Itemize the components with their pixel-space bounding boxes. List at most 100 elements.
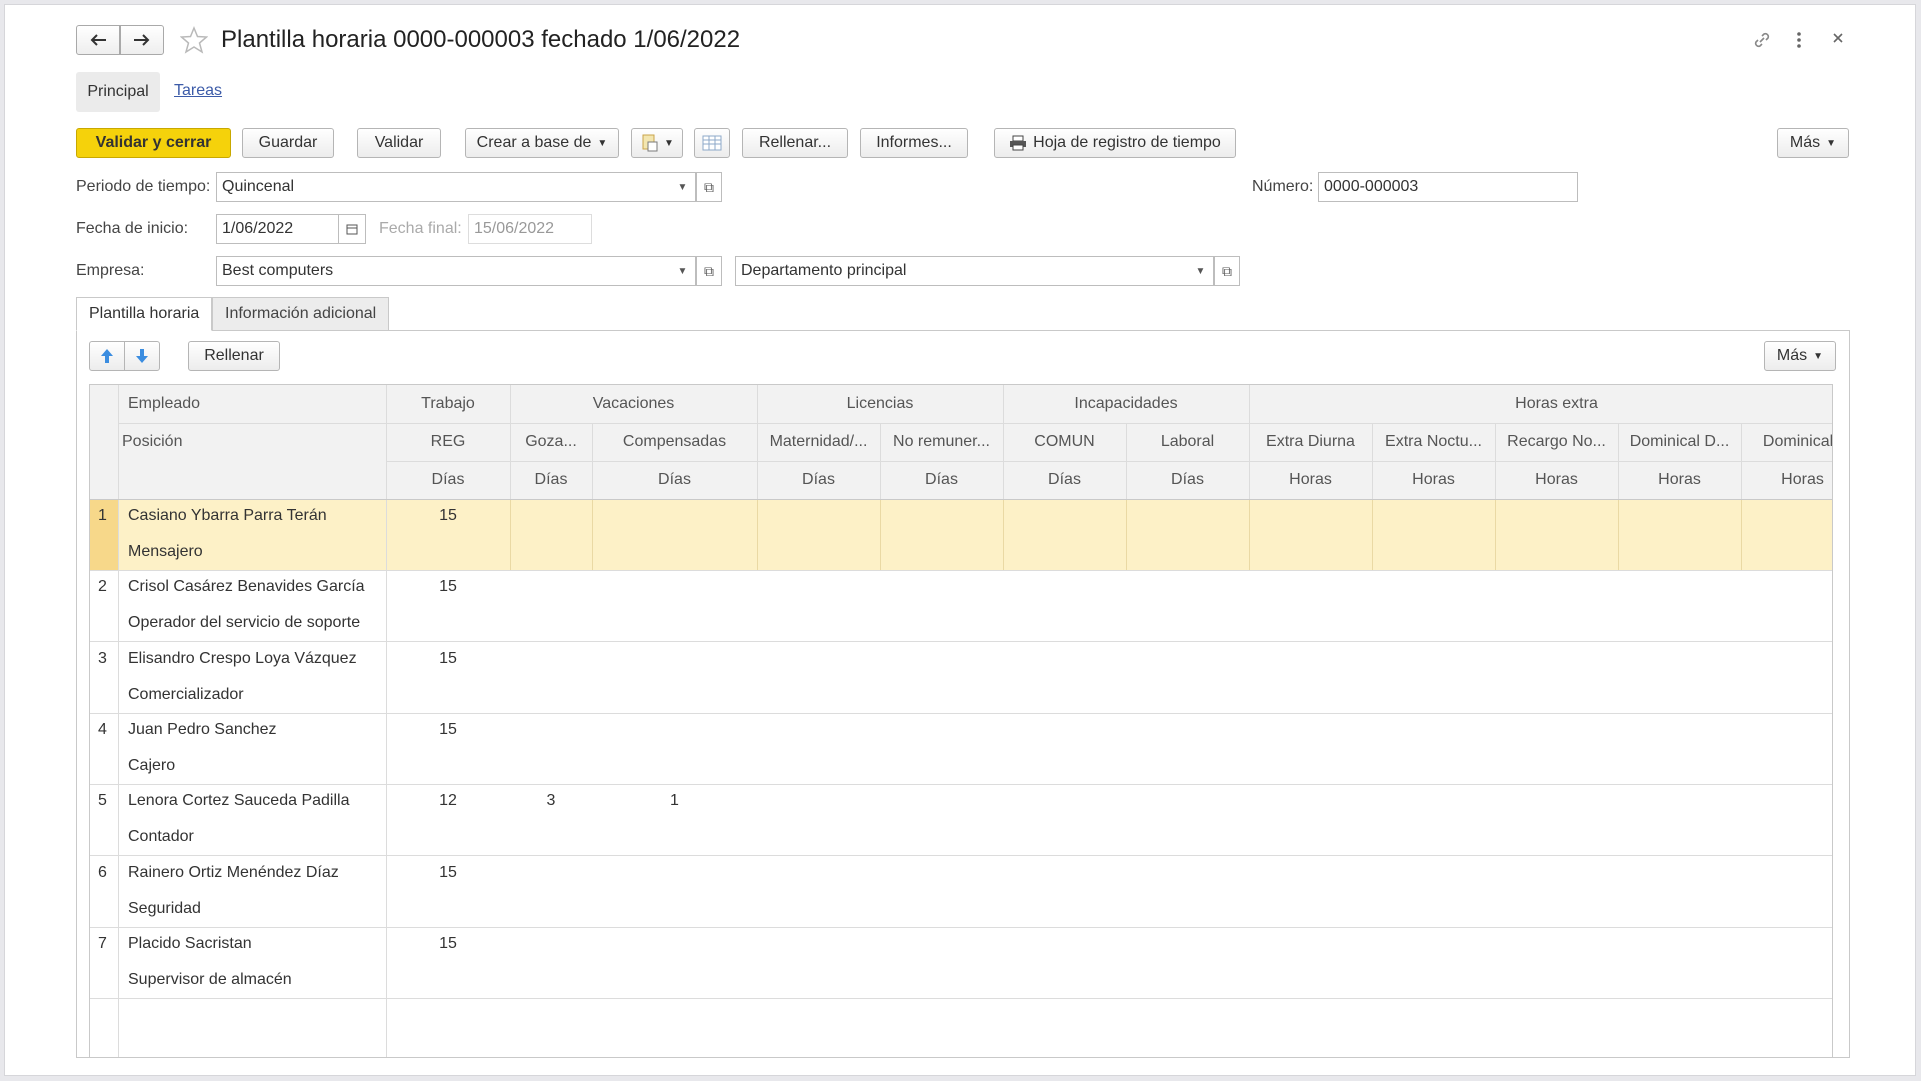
compensated-days: 1: [670, 792, 679, 810]
chevron-down-icon: ▼: [1826, 137, 1837, 149]
row-number: 1: [98, 507, 107, 524]
reg-days: 15: [439, 578, 457, 596]
column-header: No remuner...: [893, 433, 990, 450]
table-row[interactable]: 4 Juan Pedro Sanchez Cajero 15: [90, 713, 1832, 785]
column-header: COMUN: [1034, 433, 1095, 450]
tab-informacion-adicional[interactable]: Información adicional: [212, 297, 390, 331]
department-field[interactable]: Departamento principal: [735, 256, 1190, 286]
employee-position: Mensajero: [128, 543, 203, 560]
number-label: Número:: [1252, 178, 1314, 195]
column-unit-header: Días: [534, 471, 568, 488]
table-row[interactable]: 5 Lenora Cortez Sauceda Padilla Contador 12…: [90, 784, 1832, 857]
column-unit-header: Días: [1048, 471, 1081, 488]
forward-button[interactable]: [120, 25, 164, 55]
back-button[interactable]: [76, 25, 120, 55]
arrow-right-icon: [134, 34, 150, 46]
column-unit-header: Días: [658, 471, 691, 488]
employee-name: Casiano Ybarra Parra Terán: [128, 507, 327, 524]
column-header: Maternidad/...: [769, 433, 868, 450]
number-field[interactable]: 0000-000003: [1318, 172, 1578, 202]
more-button[interactable]: Más ▼: [1777, 128, 1849, 158]
create-based-on-label: Crear a base de: [476, 134, 592, 151]
employee-position: Comercializador: [128, 685, 244, 703]
column-header: Dominical D...: [1629, 433, 1730, 450]
timesheet-table: Empleado Trabajo Vacaciones Licencias Incapa…: [89, 384, 1833, 1058]
table-fill-button[interactable]: Rellenar: [188, 341, 280, 371]
employee-name: Crisol Casárez Benavides García: [128, 578, 365, 596]
arrow-down-icon: [136, 349, 148, 363]
document-attach-icon: [642, 134, 658, 152]
table-row[interactable]: 2 Crisol Casárez Benavides García Operador…: [90, 570, 1832, 643]
table-more-button[interactable]: Más ▼: [1764, 341, 1836, 371]
move-down-button[interactable]: [124, 341, 160, 371]
period-dropdown-button[interactable]: ▼: [670, 172, 696, 202]
column-unit-header: Días: [925, 471, 958, 488]
arrow-up-icon: [101, 349, 113, 363]
calendar-button[interactable]: [338, 214, 366, 244]
reg-days: 15: [439, 507, 457, 524]
table-row[interactable]: 6 Rainero Ortiz Menéndez Díaz Seguridad 15: [90, 856, 1832, 928]
period-open-button[interactable]: ⧉: [696, 172, 722, 202]
page-title: Plantilla horaria 0000-000003 fechado 1/…: [221, 26, 741, 53]
column-group-header: Empleado: [128, 395, 201, 412]
row-number: 4: [98, 720, 107, 738]
column-unit-header: Horas: [1412, 471, 1455, 488]
column-header: Extra Diurna: [1266, 433, 1355, 450]
more-vertical-icon[interactable]: [1795, 28, 1803, 50]
save-button[interactable]: Guardar: [242, 128, 334, 158]
company-dropdown-button[interactable]: ▼: [670, 256, 696, 286]
table-row[interactable]: 1 Casiano Ybarra Parra Terán Mensajero 15: [90, 499, 1832, 571]
validate-button[interactable]: Validar: [357, 128, 441, 158]
employee-position: Contador: [128, 828, 194, 846]
print-menu-button[interactable]: ▼: [631, 128, 683, 158]
tab-principal[interactable]: Principal: [76, 72, 160, 112]
start-date-field[interactable]: 1/06/2022: [216, 214, 340, 244]
column-header: REG: [430, 433, 466, 450]
tab-plantilla-horaria[interactable]: Plantilla horaria: [76, 297, 213, 331]
employee-name: Juan Pedro Sanchez: [128, 720, 277, 738]
employee-position: Operador del servicio de soporte: [128, 614, 361, 632]
column-header: Extra Noctu...: [1385, 433, 1482, 450]
company-open-button[interactable]: ⧉: [696, 256, 722, 286]
department-dropdown-button[interactable]: ▼: [1188, 256, 1214, 286]
period-field[interactable]: Quincenal: [216, 172, 672, 202]
column-unit-header: Horas: [1658, 471, 1701, 488]
create-based-on-button[interactable]: Crear a base de ▼: [465, 128, 619, 158]
row-separator: [90, 997, 1832, 999]
column-header: Posición: [122, 433, 183, 450]
end-date-field: 15/06/2022: [468, 214, 592, 244]
company-field[interactable]: Best computers: [216, 256, 672, 286]
move-up-button[interactable]: [89, 341, 125, 371]
validate-close-button[interactable]: Validar y cerrar: [76, 128, 231, 158]
printer-icon: [1010, 135, 1027, 151]
reg-days: 15: [439, 720, 457, 738]
timesheet-button[interactable]: Hoja de registro de tiempo: [994, 128, 1236, 158]
end-date-label: Fecha final:: [379, 220, 462, 237]
chevron-down-icon: ▼: [597, 137, 608, 149]
tab-tareas[interactable]: Tareas: [174, 82, 222, 100]
start-date-label: Fecha de inicio:: [76, 220, 189, 237]
table-row[interactable]: 7 Placido Sacristan Supervisor de almacén 1…: [90, 927, 1832, 999]
table-more-label: Más: [1776, 347, 1808, 364]
employee-name: Elisandro Crespo Loya Vázquez: [128, 649, 357, 667]
open-window-icon: ⧉: [704, 262, 714, 279]
table-icon: [702, 135, 722, 151]
reg-days: 15: [439, 649, 457, 667]
arrow-left-icon: [90, 34, 106, 46]
column-header: Compensadas: [622, 433, 727, 450]
column-unit-header: Horas: [1289, 471, 1332, 488]
close-icon[interactable]: [1830, 30, 1846, 51]
table-view-button[interactable]: [694, 128, 730, 158]
department-open-button[interactable]: ⧉: [1214, 256, 1240, 286]
employee-position: Supervisor de almacén: [128, 970, 292, 988]
calendar-icon: [346, 224, 358, 235]
open-window-icon: ⧉: [704, 178, 714, 195]
fill-button[interactable]: Rellenar...: [742, 128, 848, 158]
reports-button[interactable]: Informes...: [860, 128, 968, 158]
favorite-star-icon[interactable]: [179, 26, 209, 59]
reg-days: 15: [439, 934, 457, 952]
table-row[interactable]: 3 Elisandro Crespo Loya Vázquez Comerciali…: [90, 642, 1832, 714]
employee-name: Placido Sacristan: [128, 934, 252, 952]
timesheet-label: Hoja de registro de tiempo: [1033, 134, 1221, 151]
link-icon[interactable]: [1752, 30, 1772, 55]
